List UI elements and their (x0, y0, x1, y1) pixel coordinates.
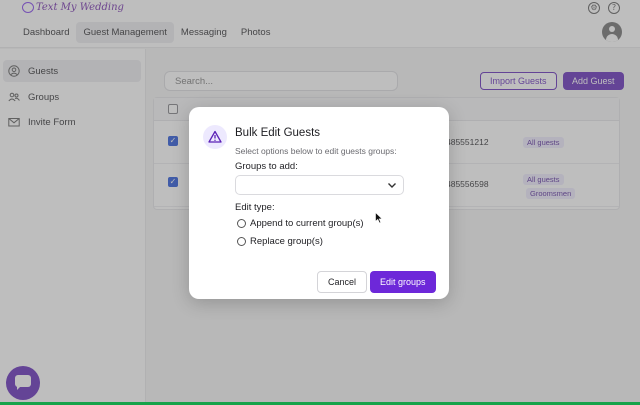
bulk-edit-modal: Bulk Edit Guests Select options below to… (189, 107, 449, 299)
groups-to-add-label: Groups to add: (235, 161, 298, 172)
edit-type-label: Edit type: (235, 202, 275, 213)
radio-button[interactable] (237, 219, 246, 228)
radio-replace[interactable]: Replace group(s) (237, 236, 323, 247)
radio-append[interactable]: Append to current group(s) (237, 218, 364, 229)
chevron-down-icon (388, 183, 396, 188)
radio-button[interactable] (237, 237, 246, 246)
warning-icon (203, 125, 227, 149)
modal-description: Select options below to edit guests grou… (235, 146, 397, 156)
radio-label: Append to current group(s) (250, 218, 364, 229)
radio-label: Replace group(s) (250, 236, 323, 247)
cancel-button[interactable]: Cancel (317, 271, 368, 293)
modal-title: Bulk Edit Guests (235, 127, 321, 139)
mouse-cursor-icon (375, 212, 383, 224)
groups-select[interactable] (235, 175, 404, 195)
edit-groups-button[interactable]: Edit groups (370, 271, 436, 293)
